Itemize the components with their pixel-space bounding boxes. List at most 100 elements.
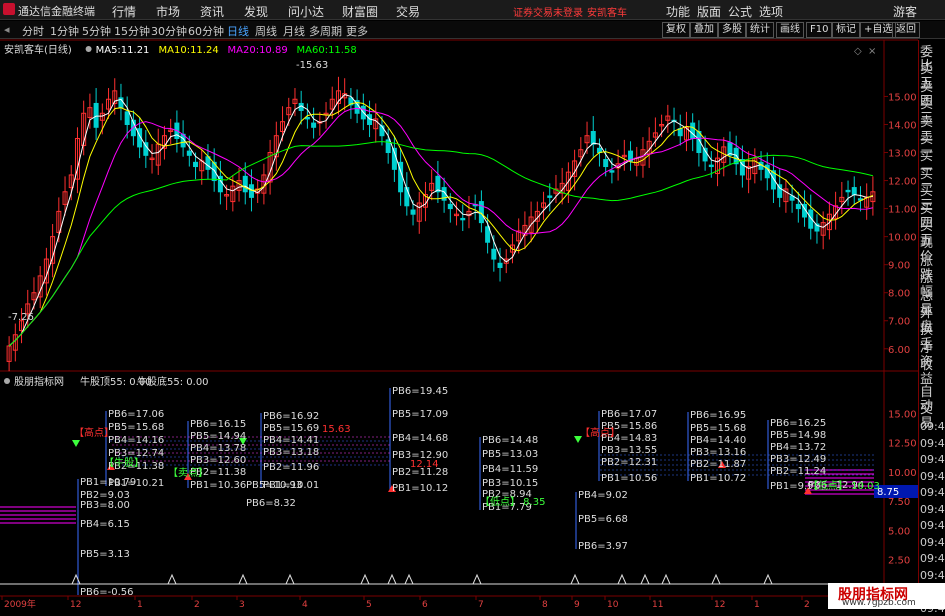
candle-body	[609, 170, 615, 173]
level-levels_I-4: PB2=11.87	[690, 459, 746, 470]
candle-body	[547, 195, 553, 198]
panel-close-icon: ×	[868, 46, 876, 57]
side-time: 09:49	[920, 552, 945, 565]
level-levels_I-2: PB4=14.40	[690, 435, 746, 446]
level-levels_E-2: PB4=11.59	[482, 464, 538, 475]
signal-peak-icon	[570, 573, 580, 585]
level-levels_A-0: PB6=17.06	[108, 409, 164, 420]
x-label: 10	[607, 600, 619, 609]
level-levels_E-0: PB6=14.48	[482, 435, 538, 446]
kline-chart[interactable]: 安凯客车(日线) MA5:11.21 MA10:11.24 MA20:10.89 MA6…	[0, 0, 918, 609]
annotation-high: -15.63	[296, 60, 328, 71]
candle-body	[447, 203, 453, 210]
candle-body	[124, 111, 130, 125]
x-label: 1	[754, 600, 760, 609]
main-axis-label: 12.00	[888, 177, 917, 188]
level-levels_F-2: PB3=8.00	[80, 500, 130, 511]
candle-body	[795, 203, 801, 210]
level-levels_I-3: PB3=13.16	[690, 447, 746, 458]
level-levels_J-1: PB5=14.98	[770, 430, 826, 441]
level-levels_H-0: PB4=9.02	[578, 490, 628, 501]
candle-body	[603, 159, 609, 168]
x-label: 7	[478, 600, 484, 609]
sub-axis-label: 2.50	[888, 556, 910, 567]
signal-peak-icon	[640, 573, 650, 585]
tag-high-4: 【高点】	[580, 426, 620, 439]
candle-body	[590, 130, 596, 145]
candle-body	[193, 161, 199, 168]
candle-body	[690, 122, 696, 140]
level-levels_G-3: PB3=13.55	[601, 445, 657, 456]
main-axis-label: 15.00	[888, 92, 917, 103]
legend-stock-name: 安凯客车(日线)	[4, 43, 72, 56]
x-label: 1	[137, 600, 143, 609]
candle-body	[851, 187, 857, 196]
level-levels_G-4: PB2=12.31	[601, 457, 657, 468]
level-levels_B-5: PB1=10.36	[190, 480, 246, 491]
watermark-url: www.7gpzb.com	[842, 598, 916, 608]
extra-pb6: PB6=8.32	[246, 498, 296, 509]
side-time: 09:48	[920, 519, 945, 532]
candle-body	[410, 209, 416, 215]
watermark-logo: 股朋指标网 www.7gpzb.com	[828, 583, 945, 609]
extra-pb5: PB5=10.93	[246, 480, 302, 491]
tag-high-1: 【高点】	[74, 426, 114, 439]
signal-peak-icon	[167, 573, 177, 585]
side-time: 09:48	[920, 486, 945, 499]
level-levels_I-1: PB5=15.68	[690, 423, 746, 434]
x-label: 2	[194, 600, 200, 609]
level-levels_C-2: PB4=14.41	[263, 435, 319, 446]
level-levels_D-0: PB6=19.45	[392, 386, 448, 397]
side-time: 09:48	[920, 453, 945, 466]
legend-ma10: MA10:11.24	[159, 45, 219, 56]
level-levels_I-5: PB1=10.72	[690, 473, 746, 484]
level-levels_C-1: PB5=15.69	[263, 423, 319, 434]
signal-peak-icon	[617, 573, 627, 585]
x-label: 2	[804, 600, 810, 609]
panel-options-icon: ◇	[854, 46, 862, 57]
candle-body	[186, 150, 192, 156]
candle-body	[311, 122, 317, 128]
signal-peak-icon	[387, 573, 397, 585]
level-levels_F-4: PB5=3.13	[80, 549, 130, 560]
side-label: 收益	[920, 358, 934, 388]
main-axis-label: 14.00	[888, 120, 917, 131]
tag-bull: 【牛股】	[104, 456, 144, 469]
annotation-low: -7.26	[8, 312, 34, 323]
x-label: 5	[366, 600, 372, 609]
level-levels_D-2: PB4=14.68	[392, 433, 448, 444]
x-label: 3	[239, 600, 245, 609]
candle-body	[93, 102, 99, 128]
x-label: 11	[652, 600, 663, 609]
sub-axis-label: 7.50	[888, 497, 910, 508]
main-axis-label: 11.00	[888, 205, 917, 216]
x-label: 12	[714, 600, 725, 609]
sub-legend-bottom: 牛股底55: 0.00	[137, 375, 209, 388]
level-levels_B-2: PB4=13.78	[190, 443, 246, 454]
sub-settings-icon	[4, 378, 10, 384]
legend-ma60: MA60:11.58	[297, 45, 357, 56]
side-time: 09:48	[920, 535, 945, 549]
main-axis-label: 7.00	[888, 317, 910, 328]
legend-ma5: MA5:11.21	[96, 45, 150, 56]
side-time: 09:48	[920, 436, 945, 450]
level-levels_H-2: PB6=3.97	[578, 541, 628, 552]
side-time: 09:48	[920, 502, 945, 516]
candle-body	[845, 189, 851, 193]
candle-body	[242, 175, 248, 193]
level-levels_C-3: PB3=13.18	[263, 447, 319, 458]
main-axis-label: 13.00	[888, 149, 917, 160]
legend-settings-icon	[85, 46, 92, 52]
level-levels_G-5: PB1=10.56	[601, 473, 657, 484]
main-axis-label: 6.00	[888, 345, 910, 356]
signal-peak-icon	[285, 573, 295, 585]
level-levels_B-3: PB3=12.60	[190, 455, 246, 466]
quote-side-panel: 委比 卖五 卖四 卖三 卖二 卖一 买一 买二 买三 买四 买五 现价 涨跌 涨幅 总量 外盘 换手 净资 收益 自动…	[918, 40, 945, 615]
x-label: 9	[574, 600, 580, 609]
sub-price-tag: 8.75	[877, 487, 899, 498]
level-levels_F-0: PB1=10.79	[80, 477, 136, 488]
candle-body	[485, 226, 491, 243]
signal-peak-icon	[71, 573, 81, 585]
level-levels_H-1: PB5=6.68	[578, 514, 628, 525]
level-levels_B-0: PB6=16.15	[190, 419, 246, 430]
